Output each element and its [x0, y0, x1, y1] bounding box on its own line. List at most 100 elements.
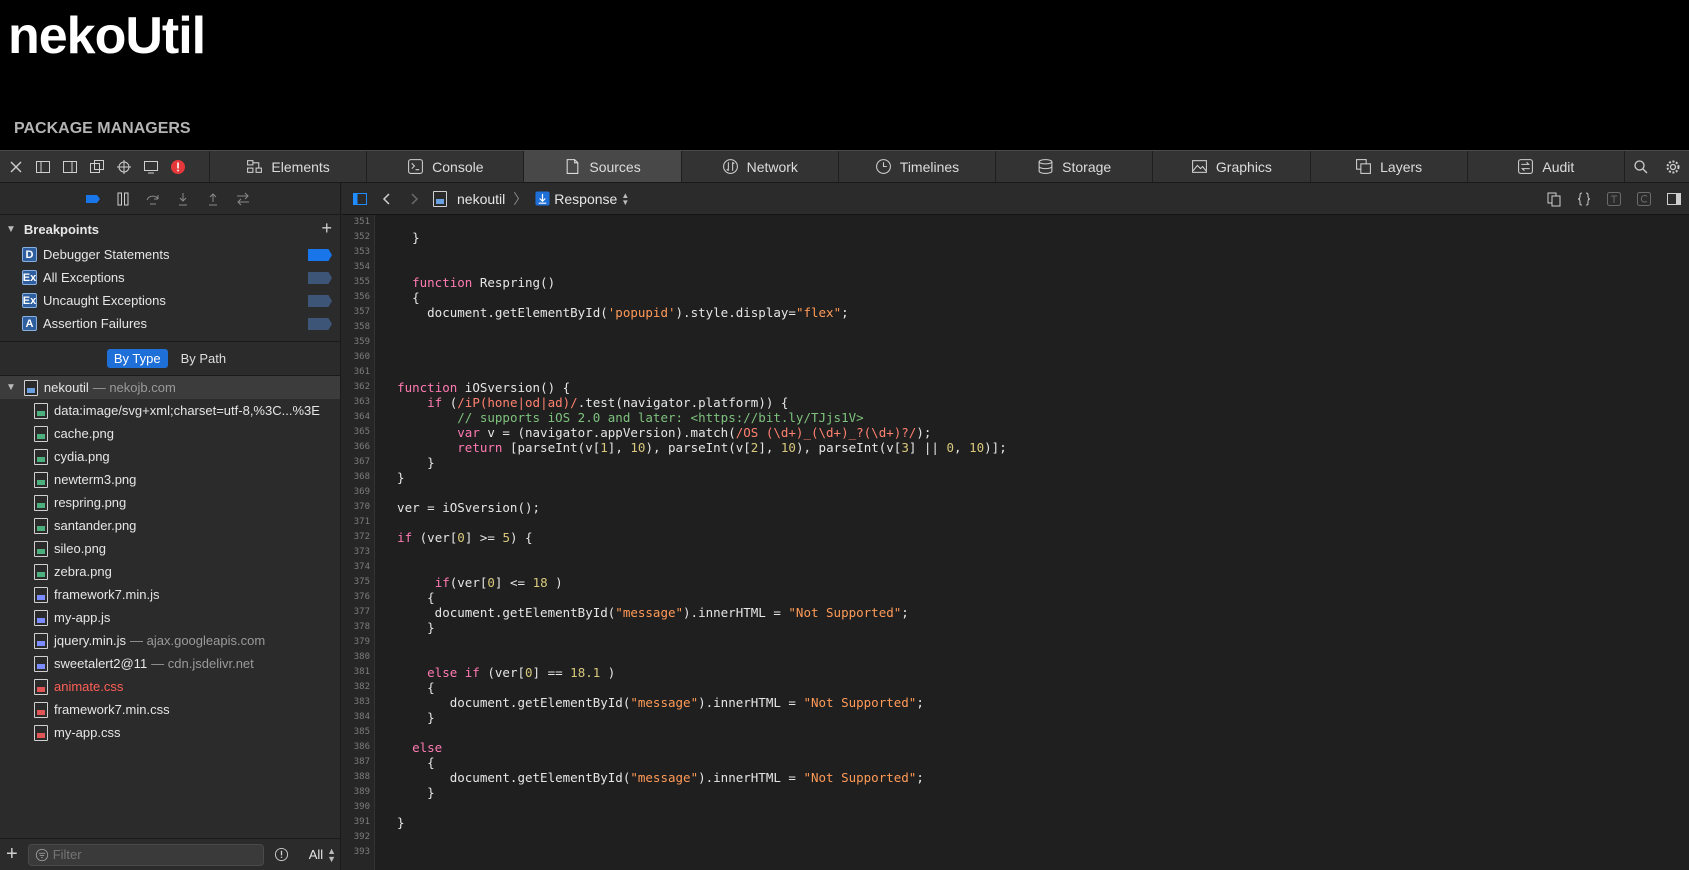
breakpoints-toggle-icon[interactable] [82, 183, 104, 215]
filter-input[interactable] [52, 847, 243, 862]
line-number[interactable]: 353 [342, 245, 374, 260]
type-profiler-icon[interactable] [1599, 183, 1629, 215]
resource-item[interactable]: cache.png [0, 422, 340, 445]
resource-item[interactable]: respring.png [0, 491, 340, 514]
line-number[interactable]: 363 [342, 395, 374, 410]
line-number[interactable]: 365 [342, 425, 374, 440]
resource-item[interactable]: my-app.js [0, 606, 340, 629]
line-number[interactable]: 377 [342, 605, 374, 620]
resource-item[interactable]: framework7.min.css [0, 698, 340, 721]
breakpoint-item[interactable]: Ex Uncaught Exceptions [0, 289, 340, 312]
breakpoint-flag-icon[interactable] [308, 272, 332, 284]
add-resource-icon[interactable]: + [6, 843, 18, 866]
resource-item[interactable]: jquery.min.js — ajax.googleapis.com [0, 629, 340, 652]
line-number[interactable]: 354 [342, 260, 374, 275]
breakpoint-flag-icon[interactable] [308, 249, 332, 261]
code-coverage-icon[interactable] [1629, 183, 1659, 215]
line-number[interactable]: 390 [342, 800, 374, 815]
chevron-updown-icon[interactable]: ▲ ▼ [327, 846, 336, 863]
tab-storage[interactable]: Storage [996, 151, 1154, 182]
inspect-element-icon[interactable] [110, 151, 137, 183]
tab-timelines[interactable]: Timelines [839, 151, 997, 182]
dock-right-icon[interactable] [56, 151, 83, 183]
disclosure-triangle-icon[interactable]: ▼ [6, 382, 16, 393]
group-by-path-button[interactable]: By Path [174, 349, 234, 368]
resource-item[interactable]: data:image/svg+xml;charset=utf-8,%3C...%… [0, 399, 340, 422]
line-number[interactable]: 379 [342, 635, 374, 650]
detach-window-icon[interactable] [83, 151, 110, 183]
line-number[interactable]: 387 [342, 755, 374, 770]
line-number[interactable]: 369 [342, 485, 374, 500]
resource-tree-root[interactable]: ▼ nekoutil — nekojb.com [0, 375, 340, 399]
resource-item[interactable]: framework7.min.js [0, 583, 340, 606]
line-number[interactable]: 381 [342, 665, 374, 680]
line-number[interactable]: 391 [342, 815, 374, 830]
tab-layers[interactable]: Layers [1311, 151, 1468, 182]
toggle-sidebar-icon[interactable] [346, 183, 373, 215]
line-number[interactable]: 385 [342, 725, 374, 740]
breadcrumb-resource[interactable]: Response [554, 191, 617, 207]
filter-field[interactable] [27, 843, 264, 866]
breakpoint-item[interactable]: D Debugger Statements [0, 243, 340, 266]
breakpoints-section-header[interactable]: ▼ Breakpoints + [0, 215, 340, 243]
line-number[interactable]: 392 [342, 830, 374, 845]
line-number[interactable]: 386 [342, 740, 374, 755]
line-number[interactable]: 355 [342, 275, 374, 290]
line-number[interactable]: 376 [342, 590, 374, 605]
line-number[interactable]: 373 [342, 545, 374, 560]
resource-item[interactable]: zebra.png [0, 560, 340, 583]
line-number[interactable]: 358 [342, 320, 374, 335]
code-view[interactable]: 351 352 353 354 355 356 357 358 359 360 361 362 363 3… [342, 215, 1689, 870]
line-number[interactable]: 370 [342, 500, 374, 515]
resource-item[interactable]: cydia.png [0, 445, 340, 468]
line-number[interactable]: 362 [342, 380, 374, 395]
line-number[interactable]: 382 [342, 680, 374, 695]
tab-elements[interactable]: Elements [210, 151, 368, 182]
resource-item[interactable]: sileo.png [0, 537, 340, 560]
breakpoint-flag-icon[interactable] [308, 295, 332, 307]
step-icon[interactable] [232, 183, 254, 215]
tab-network[interactable]: Network [682, 151, 839, 182]
step-out-icon[interactable] [202, 183, 224, 215]
line-number[interactable]: 384 [342, 710, 374, 725]
pretty-print-icon[interactable] [1569, 183, 1599, 215]
tab-graphics[interactable]: Graphics [1153, 151, 1311, 182]
breakpoint-item[interactable]: Ex All Exceptions [0, 266, 340, 289]
line-number[interactable]: 383 [342, 695, 374, 710]
pause-icon[interactable] [112, 183, 134, 215]
line-number[interactable]: 351 [342, 215, 374, 230]
disclosure-triangle-icon[interactable]: ▼ [6, 224, 16, 235]
toggle-details-sidebar-icon[interactable] [1659, 183, 1689, 215]
line-number[interactable]: 359 [342, 335, 374, 350]
line-number[interactable]: 356 [342, 290, 374, 305]
tab-audit[interactable]: Audit [1468, 151, 1625, 182]
gear-icon[interactable] [1657, 151, 1689, 183]
dock-left-icon[interactable] [29, 151, 56, 183]
line-number[interactable]: 367 [342, 455, 374, 470]
breadcrumb-file[interactable]: nekoutil [457, 191, 505, 207]
line-number-gutter[interactable]: 351 352 353 354 355 356 357 358 359 360 361 362 363 3… [342, 215, 375, 870]
resource-item[interactable]: my-app.css [0, 721, 340, 744]
back-icon[interactable] [373, 183, 400, 215]
line-number[interactable]: 393 [342, 845, 374, 860]
breakpoint-flag-icon[interactable] [308, 318, 332, 330]
group-by-type-button[interactable]: By Type [106, 349, 168, 368]
line-number[interactable]: 361 [342, 365, 374, 380]
add-breakpoint-icon[interactable]: + [321, 218, 332, 239]
line-number[interactable]: 371 [342, 515, 374, 530]
forward-icon[interactable] [400, 183, 427, 215]
step-over-icon[interactable] [142, 183, 164, 215]
tab-console[interactable]: Console [367, 151, 525, 182]
line-number[interactable]: 360 [342, 350, 374, 365]
line-number[interactable]: 380 [342, 650, 374, 665]
resource-item[interactable]: sweetalert2@11— cdn.jsdelivr.net [0, 652, 340, 675]
close-icon[interactable] [2, 151, 29, 183]
step-into-icon[interactable] [172, 183, 194, 215]
line-number[interactable]: 366 [342, 440, 374, 455]
exceptions-filter-icon[interactable] [274, 847, 289, 862]
line-number[interactable]: 388 [342, 770, 374, 785]
chevron-updown-icon[interactable]: ▲ ▼ [621, 191, 629, 206]
search-icon[interactable] [1625, 151, 1657, 183]
line-number[interactable]: 374 [342, 560, 374, 575]
tab-sources[interactable]: Sources [524, 151, 682, 182]
